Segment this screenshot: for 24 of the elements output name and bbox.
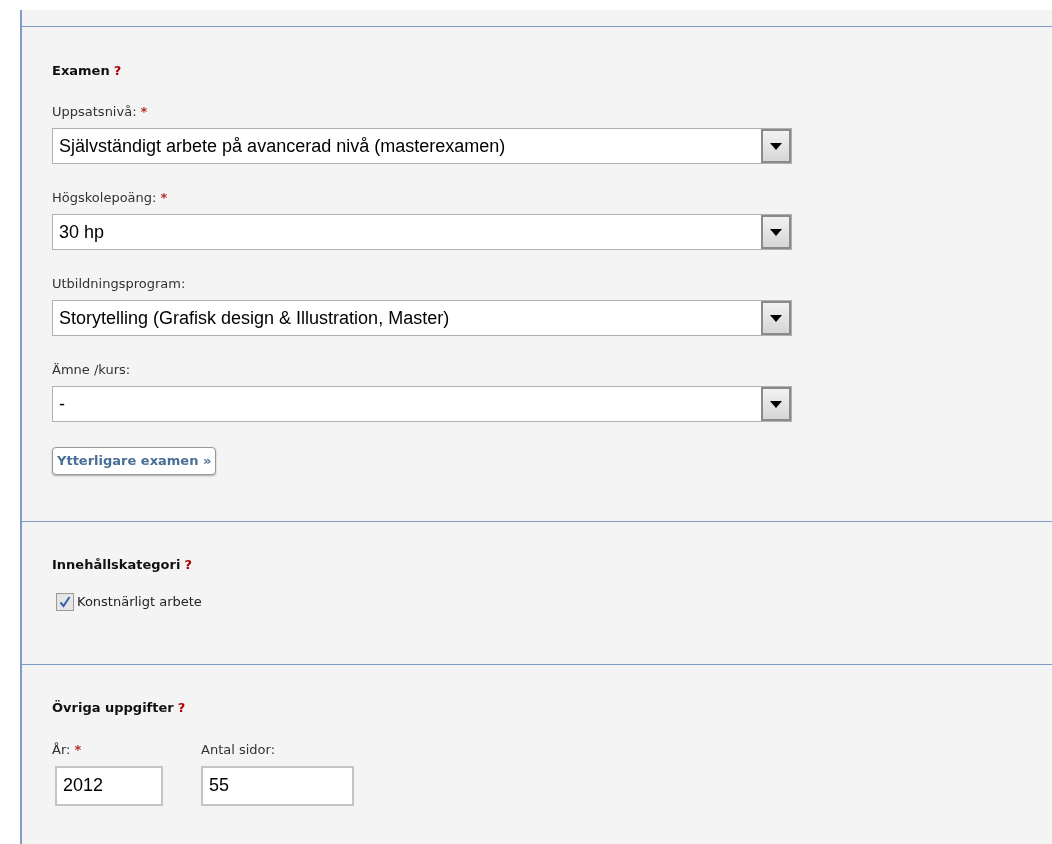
checkbox-label: Konstnärligt arbete: [77, 593, 202, 611]
text-field[interactable]: 55: [201, 765, 354, 806]
section-heading: Övriga uppgifter: [52, 699, 174, 716]
field-label: Uppsatsnivå:: [52, 104, 137, 119]
dropdown[interactable]: 30 hp: [52, 214, 792, 250]
text-field[interactable]: 2012: [55, 765, 163, 806]
field-label: Antal sidor:: [201, 741, 276, 757]
more-button[interactable]: Ytterligare examen »: [52, 447, 217, 475]
dropdown[interactable]: Självständigt arbete på avancerad nivå (masterexamen): [52, 128, 792, 164]
required-mark: *: [74, 741, 82, 757]
required-mark: *: [160, 190, 168, 205]
section-heading: Innehållskategori: [52, 557, 181, 573]
field-label: Ämne /kurs:: [52, 362, 131, 377]
field-label: År:: [52, 741, 71, 757]
section-heading: Examen: [52, 63, 110, 79]
field-label: Högskolepoäng:: [52, 190, 157, 205]
help-link[interactable]: ?: [113, 63, 122, 79]
dropdown[interactable]: -: [52, 386, 792, 422]
checkbox[interactable]: [56, 592, 74, 611]
required-mark: *: [140, 104, 148, 119]
dropdown[interactable]: Storytelling (Grafisk design & Illustration, Master): [52, 300, 792, 336]
help-link[interactable]: ?: [184, 557, 192, 573]
help-link[interactable]: ?: [177, 699, 186, 716]
field-label: Utbildningsprogram:: [52, 276, 186, 291]
